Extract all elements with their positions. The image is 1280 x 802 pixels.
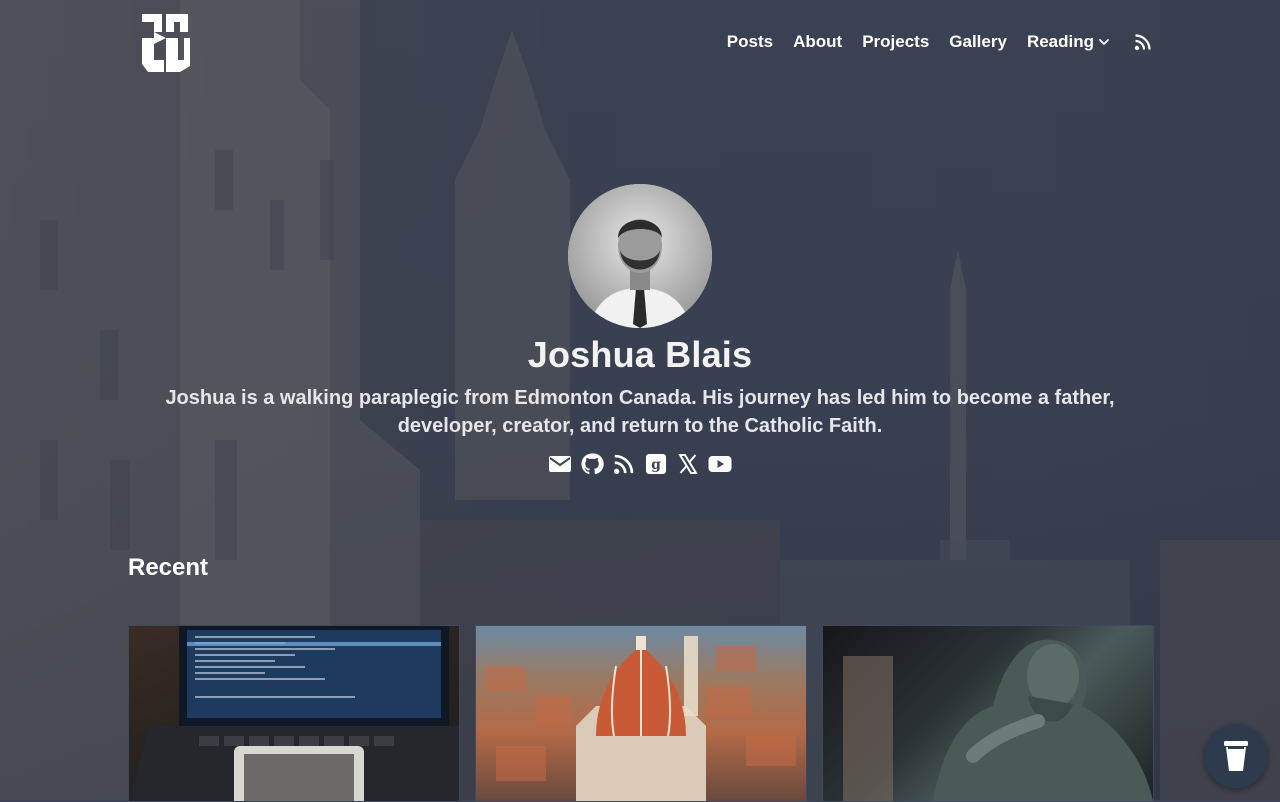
- nav-posts[interactable]: Posts: [727, 32, 773, 52]
- recent-heading: Recent: [128, 554, 209, 581]
- main-nav: Posts About Projects Gallery Reading: [727, 30, 1152, 54]
- rss-icon: [613, 454, 634, 475]
- rss-link[interactable]: [612, 452, 636, 476]
- rss-icon: [1134, 34, 1151, 51]
- nav-gallery[interactable]: Gallery: [949, 32, 1007, 52]
- nav-about[interactable]: About: [793, 32, 842, 52]
- github-link[interactable]: [580, 452, 604, 476]
- email-icon: [549, 456, 571, 472]
- site-logo[interactable]: [140, 12, 192, 74]
- social-links: g: [0, 452, 1280, 476]
- nav-reading-label: Reading: [1026, 32, 1094, 51]
- nav-reading-dropdown[interactable]: Reading: [1027, 32, 1110, 52]
- x-link[interactable]: [676, 452, 700, 476]
- profile-avatar: [568, 184, 712, 328]
- laptop-terminal-photo: [129, 626, 459, 801]
- youtube-icon: [708, 456, 732, 472]
- post-card-statue[interactable]: [822, 625, 1154, 802]
- youtube-link[interactable]: [708, 452, 732, 476]
- svg-text:g: g: [651, 457, 661, 473]
- coffee-cup-icon: [1224, 741, 1248, 771]
- post-card-laptop[interactable]: [128, 625, 460, 802]
- chevron-down-icon: [1099, 39, 1109, 45]
- goodreads-icon: g: [646, 454, 666, 474]
- profile-name: Joshua Blais: [527, 334, 753, 375]
- nav-rss-link[interactable]: [1134, 33, 1152, 51]
- github-icon: [581, 453, 604, 475]
- buy-me-a-coffee-button[interactable]: [1204, 724, 1268, 788]
- x-icon: [678, 454, 698, 474]
- nav-projects[interactable]: Projects: [862, 32, 929, 52]
- profile-bio: Joshua is a walking paraplegic from Edmo…: [165, 387, 1115, 437]
- florence-cathedral-photo: [486, 636, 796, 801]
- thinking-statue-photo: [843, 639, 1153, 801]
- post-card-florence[interactable]: [475, 625, 807, 802]
- goodreads-link[interactable]: g: [644, 452, 668, 476]
- email-link[interactable]: [548, 452, 572, 476]
- recent-posts: [128, 625, 1154, 802]
